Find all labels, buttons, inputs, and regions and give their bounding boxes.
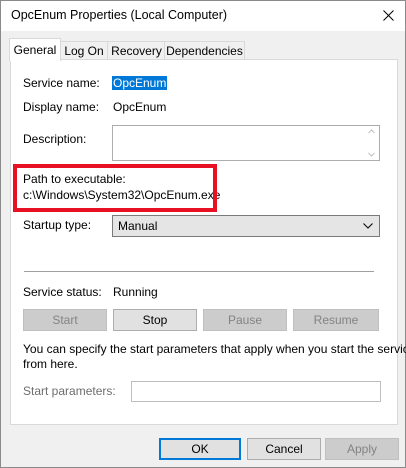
- scroll-arrows: [368, 129, 375, 157]
- title-bar: OpcEnum Properties (Local Computer): [1, 1, 405, 31]
- display-name-value[interactable]: OpcEnum: [113, 100, 166, 114]
- tab-recovery-label: Recovery: [111, 44, 162, 58]
- window-title: OpcEnum Properties (Local Computer): [11, 8, 228, 22]
- description-label: Description:: [23, 132, 87, 146]
- stop-button[interactable]: Stop: [113, 309, 197, 331]
- service-status-value: Running: [113, 285, 158, 299]
- chevron-down-icon: [363, 223, 373, 229]
- ok-button[interactable]: OK: [159, 438, 241, 460]
- tab-dependencies-label: Dependencies: [166, 44, 243, 58]
- start-params-input[interactable]: [131, 381, 381, 402]
- startup-type-value: Manual: [118, 219, 158, 233]
- tab-log-on-label: Log On: [64, 44, 104, 58]
- properties-dialog: OpcEnum Properties (Local Computer) Gene…: [0, 0, 406, 468]
- scroll-up-arrow-icon: [368, 129, 375, 134]
- service-name-value[interactable]: OpcEnum: [112, 76, 168, 90]
- params-info-line2: from here.: [23, 357, 78, 371]
- start-button[interactable]: Start: [23, 309, 107, 331]
- service-name-label: Service name:: [23, 76, 100, 90]
- tab-recovery[interactable]: Recovery: [107, 41, 166, 60]
- tab-dependencies[interactable]: Dependencies: [164, 41, 245, 60]
- display-name-label: Display name:: [23, 100, 100, 114]
- scroll-down-arrow-icon: [368, 152, 375, 157]
- start-params-label: Start parameters:: [23, 384, 116, 398]
- tab-log-on[interactable]: Log On: [59, 41, 109, 60]
- tab-general[interactable]: General: [9, 38, 61, 61]
- params-info-line1: You can specify the start parameters tha…: [23, 342, 406, 356]
- pause-button[interactable]: Pause: [203, 309, 287, 331]
- description-field[interactable]: [112, 125, 380, 161]
- tab-general-label: General: [13, 43, 57, 57]
- startup-type-dropdown[interactable]: Manual: [112, 215, 380, 237]
- close-button[interactable]: [373, 1, 405, 31]
- apply-button[interactable]: Apply: [325, 438, 399, 460]
- description-scrollbar[interactable]: [364, 126, 379, 160]
- divider: [24, 271, 374, 272]
- highlight-annotation: [13, 164, 217, 212]
- resume-button[interactable]: Resume: [293, 309, 379, 331]
- close-icon: [383, 10, 394, 21]
- cancel-button[interactable]: Cancel: [247, 438, 321, 460]
- startup-type-label: Startup type:: [23, 218, 92, 232]
- service-status-label: Service status:: [23, 285, 102, 299]
